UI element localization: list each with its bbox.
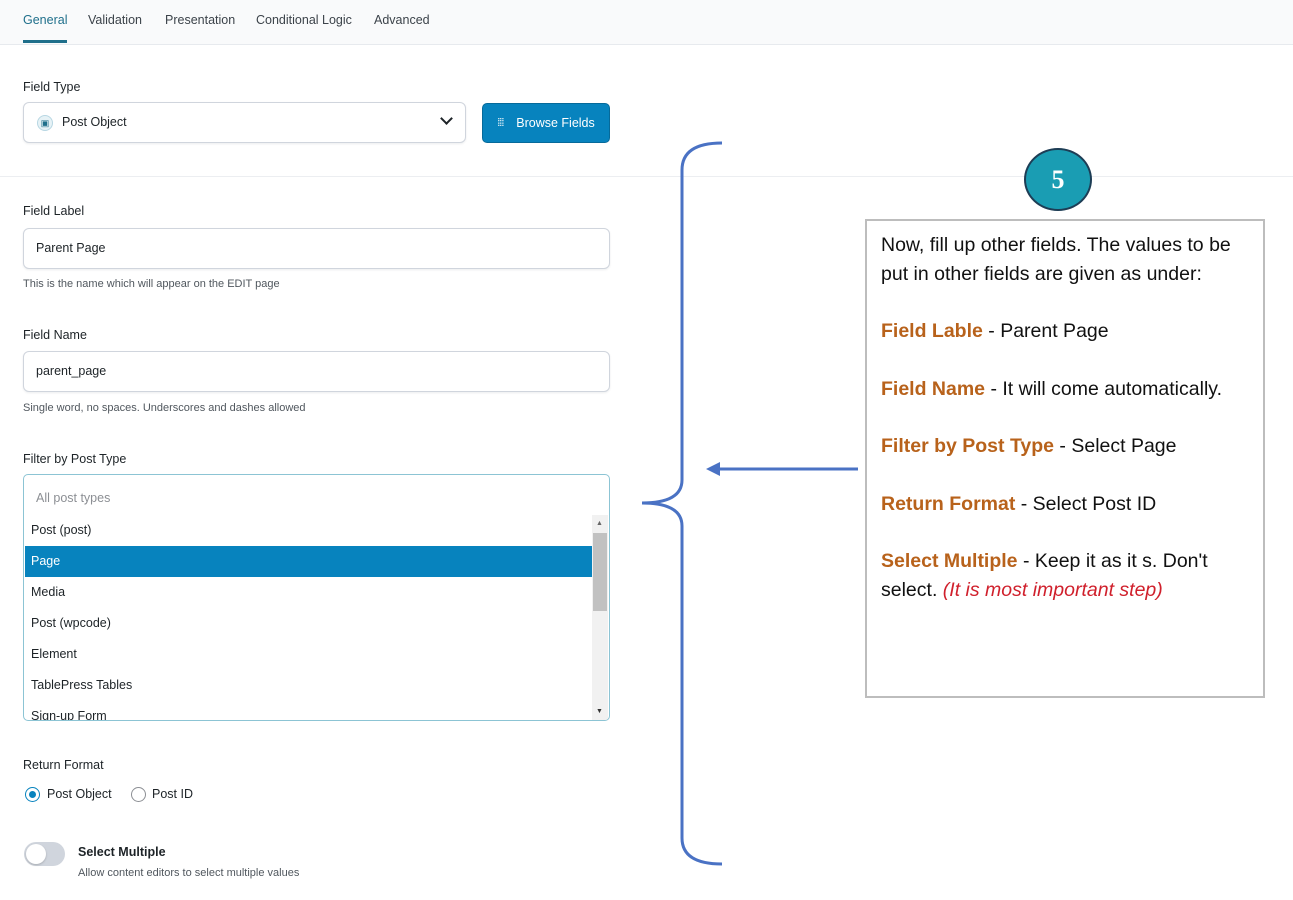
select-multiple-help: Allow content editors to select multiple… bbox=[78, 867, 300, 879]
post-object-icon: ▣ bbox=[37, 115, 53, 131]
step-badge: 5 bbox=[1024, 148, 1092, 211]
radio-post-object-label[interactable]: Post Object bbox=[47, 787, 112, 801]
tab-presentation[interactable]: Presentation bbox=[165, 13, 235, 27]
field-label-help: This is the name which will appear on th… bbox=[23, 278, 280, 290]
scroll-down-icon[interactable]: ▼ bbox=[596, 708, 603, 715]
chevron-down-icon bbox=[440, 112, 453, 125]
browse-fields-button[interactable]: ⁞⁞⁞ Browse Fields bbox=[482, 103, 610, 143]
arrow-head bbox=[706, 462, 720, 476]
radio-post-id[interactable] bbox=[131, 787, 146, 802]
field-type-label: Field Type bbox=[23, 80, 81, 94]
field-type-select[interactable]: ▣ Post Object bbox=[23, 102, 466, 143]
scrollbar-thumb[interactable] bbox=[593, 533, 607, 611]
section-divider bbox=[0, 176, 1293, 177]
tab-bar: General Validation Presentation Conditio… bbox=[0, 0, 1293, 45]
instruction-item: Field Lable - Parent Page bbox=[881, 320, 1109, 342]
field-name-help: Single word, no spaces. Underscores and … bbox=[23, 402, 306, 414]
filter-post-type-label: Filter by Post Type bbox=[23, 452, 127, 466]
tab-validation[interactable]: Validation bbox=[88, 13, 142, 27]
field-name-input[interactable]: parent_page bbox=[23, 351, 610, 392]
select-multiple-label: Select Multiple bbox=[78, 845, 166, 859]
select-multiple-toggle[interactable] bbox=[24, 842, 65, 866]
option-tablepress[interactable]: TablePress Tables bbox=[25, 670, 592, 701]
option-page[interactable]: Page bbox=[25, 546, 592, 577]
radio-post-object[interactable] bbox=[25, 787, 40, 802]
option-wpcode[interactable]: Post (wpcode) bbox=[25, 608, 592, 639]
instruction-item: Filter by Post Type - Select Page bbox=[881, 435, 1177, 457]
curly-brace bbox=[641, 141, 723, 866]
post-type-search[interactable]: All post types bbox=[36, 491, 110, 505]
instruction-item: Field Name - It will come automatically. bbox=[881, 377, 1222, 400]
instruction-intro: Now, fill up other fields. The values to… bbox=[881, 234, 1231, 285]
option-element[interactable]: Element bbox=[25, 639, 592, 670]
tab-general[interactable]: General bbox=[23, 13, 68, 43]
radio-post-id-label[interactable]: Post ID bbox=[152, 787, 193, 801]
tab-advanced[interactable]: Advanced bbox=[374, 13, 430, 27]
option-post[interactable]: Post (post) bbox=[25, 515, 592, 546]
field-name-label: Field Name bbox=[23, 328, 87, 342]
field-label-label: Field Label bbox=[23, 204, 85, 218]
instruction-item: Return Format - Select Post ID bbox=[881, 492, 1157, 515]
browse-fields-label: Browse Fields bbox=[516, 116, 595, 130]
important-note: (It is most important step) bbox=[942, 578, 1163, 601]
return-format-label: Return Format bbox=[23, 758, 104, 772]
instruction-item: Select Multiple - Keep it as it s. Don't… bbox=[881, 550, 1208, 601]
scroll-up-icon[interactable]: ▲ bbox=[596, 520, 603, 527]
field-type-value: Post Object bbox=[62, 115, 127, 129]
grid-icon: ⁞⁞⁞ bbox=[497, 116, 504, 129]
option-signup-form[interactable]: Sign-up Form bbox=[25, 701, 592, 720]
tab-conditional-logic[interactable]: Conditional Logic bbox=[256, 13, 352, 27]
field-label-input[interactable]: Parent Page bbox=[23, 228, 610, 269]
option-media[interactable]: Media bbox=[25, 577, 592, 608]
instruction-box: Now, fill up other fields. The values to… bbox=[865, 219, 1265, 698]
listbox-scrollbar[interactable]: ▲ ▼ bbox=[592, 515, 608, 720]
post-type-listbox[interactable]: All post types Post (post) Page Media Po… bbox=[23, 474, 610, 721]
